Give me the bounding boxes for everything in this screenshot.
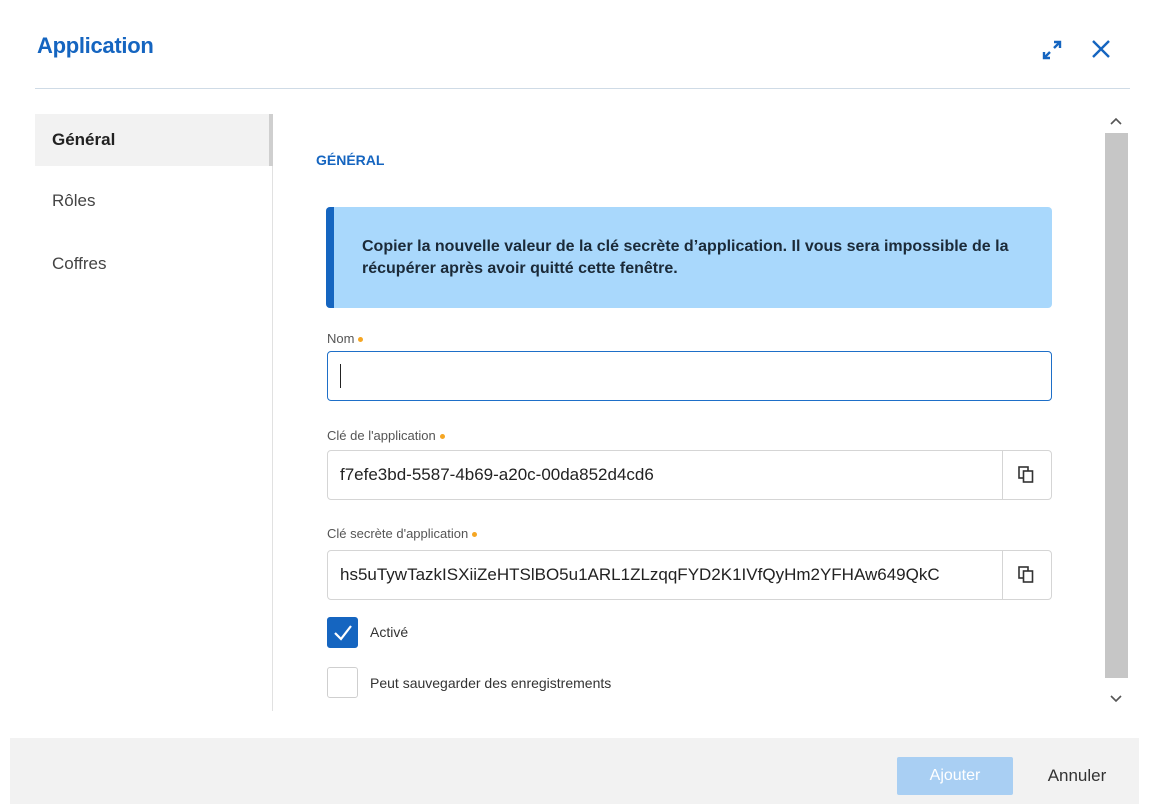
required-indicator	[439, 434, 445, 440]
app-key-label-text: Clé de l'application	[327, 428, 436, 443]
dialog-title: Application	[37, 33, 154, 58]
sidebar-item-general[interactable]: Général	[35, 114, 269, 166]
dialog-footer: Ajouter Annuler	[10, 738, 1139, 804]
secret-key-field[interactable]: hs5uTywTazkISXiiZeHTSlBO5u1ARL1ZLzqqFYD2…	[327, 550, 1052, 600]
cancel-button[interactable]: Annuler	[1022, 757, 1132, 795]
sidebar-divider	[272, 114, 273, 711]
sidebar-item-label: Rôles	[52, 191, 96, 210]
sidebar: Général Rôles Coffres	[35, 114, 273, 711]
dialog-header: Application	[0, 0, 1154, 89]
required-indicator	[472, 532, 478, 538]
section-title: GÉNÉRAL	[316, 152, 385, 168]
chevron-down-icon[interactable]	[1109, 691, 1123, 709]
secret-key-label: Clé secrète d'application	[327, 526, 478, 541]
close-icon[interactable]	[1088, 36, 1114, 62]
text-caret	[340, 364, 341, 388]
enabled-label: Activé	[370, 624, 409, 640]
check-icon	[334, 625, 352, 641]
copy-icon	[1018, 466, 1034, 483]
app-key-value: f7efe3bd-5587-4b69-a20c-00da852d4cd6	[340, 465, 654, 484]
header-divider	[35, 88, 1130, 89]
enabled-checkbox[interactable]	[327, 617, 358, 648]
copy-icon	[1018, 566, 1034, 583]
sidebar-item-label: Coffres	[52, 254, 107, 273]
chevron-up-icon[interactable]	[1109, 113, 1123, 131]
can-save-label: Peut sauvegarder des enregistrements	[370, 675, 612, 691]
expand-icon[interactable]	[1040, 38, 1064, 62]
info-banner: Copier la nouvelle valeur de la clé secr…	[326, 207, 1052, 308]
app-key-field[interactable]: f7efe3bd-5587-4b69-a20c-00da852d4cd6	[327, 450, 1052, 500]
scrollbar-thumb[interactable]	[1105, 133, 1128, 678]
sidebar-item-roles[interactable]: Rôles	[35, 175, 269, 227]
sidebar-item-coffres[interactable]: Coffres	[35, 238, 269, 290]
app-key-label: Clé de l'application	[327, 428, 445, 443]
can-save-checkbox[interactable]	[327, 667, 358, 698]
sidebar-item-label: Général	[52, 130, 116, 149]
scrollbar[interactable]	[1104, 108, 1128, 712]
required-indicator	[358, 337, 364, 343]
name-label-text: Nom	[327, 331, 355, 346]
info-banner-accent	[326, 207, 334, 308]
sidebar-active-indicator	[269, 114, 273, 166]
info-banner-text: Copier la nouvelle valeur de la clé secr…	[362, 238, 1009, 277]
name-label: Nom	[327, 331, 364, 346]
secret-key-label-text: Clé secrète d'application	[327, 526, 469, 541]
add-button[interactable]: Ajouter	[897, 757, 1013, 795]
name-input[interactable]	[327, 351, 1052, 401]
copy-app-key-button[interactable]	[1003, 451, 1051, 499]
copy-secret-key-button[interactable]	[1003, 551, 1051, 599]
secret-key-value: hs5uTywTazkISXiiZeHTSlBO5u1ARL1ZLzqqFYD2…	[340, 565, 940, 584]
